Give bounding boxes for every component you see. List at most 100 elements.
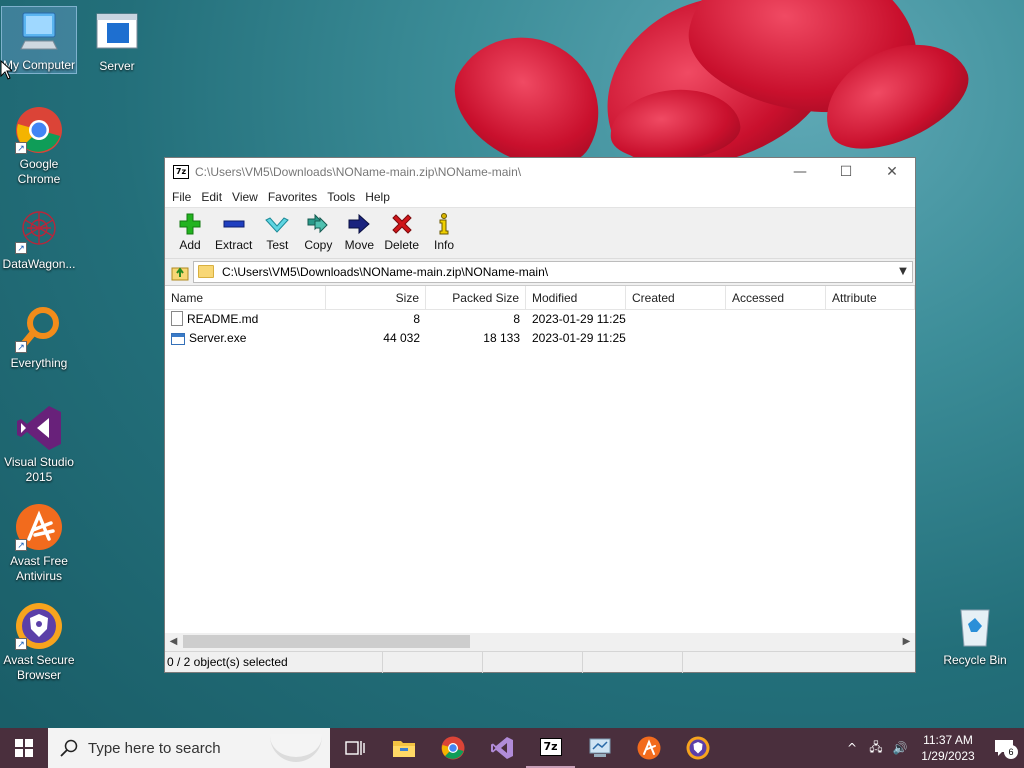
taskbar-visual-studio[interactable] [477,728,526,768]
menu-favorites[interactable]: Favorites [263,190,322,204]
desktop-icon-server[interactable]: Server [79,8,155,74]
arrow-right-icon [348,213,371,235]
scroll-track[interactable] [182,635,898,648]
x-icon [391,214,412,234]
search-placeholder: Type here to search [88,739,221,757]
scroll-right-icon[interactable]: ▶ [898,636,915,647]
desktop-icon-my-computer[interactable]: My Computer [1,6,77,74]
horizontal-scrollbar[interactable]: ◀ ▶ [165,633,915,650]
desktop-icon-visual-studio[interactable]: Visual Studio 2015 [1,404,77,485]
menu-bar: File Edit View Favorites Tools Help [165,186,915,208]
column-created[interactable]: Created [626,286,726,310]
column-size[interactable]: Size [326,286,426,310]
file-modified: 2023-01-29 11:25 [532,312,626,326]
taskbar-avast-browser[interactable] [673,728,722,768]
avast-icon [637,736,660,760]
computer-icon [15,7,63,55]
desktop-icon-datawagon[interactable]: ↗ DataWagon... [1,206,77,272]
file-attributes [826,310,915,329]
status-pane-2 [383,652,483,673]
taskbar-7zip[interactable]: 7z [526,728,575,768]
desktop-icon-google-chrome[interactable]: ↗ Google Chrome [1,106,77,187]
recycle-bin-icon [951,602,999,650]
file-created [626,310,726,329]
avast-icon: ↗ [15,503,63,551]
table-row[interactable]: README.md 8 8 2023-01-29 11:25 [165,310,915,329]
system-tray: ^ 🖧 🔊 11:37 AM 1/29/2023 6 [840,728,1024,768]
avast-browser-icon: ↗ [15,602,63,650]
shortcut-arrow-icon: ↗ [15,341,27,353]
file-modified: 2023-01-29 11:25 [532,331,626,345]
action-center-button[interactable]: 6 [984,728,1024,768]
search-highlight-icon [270,734,322,762]
column-header: Name Size Packed Size Modified Created A… [165,286,915,310]
table-row[interactable]: Server.exe 44 032 18 133 2023-01-29 11:2… [165,329,915,348]
desktop-icon-avast-browser[interactable]: ↗ Avast Secure Browser [1,602,77,683]
clock-time: 11:37 AM [923,733,973,747]
everything-search-icon: ↗ [15,305,63,353]
window-title: C:\Users\VM5\Downloads\NOName-main.zip\N… [195,165,522,179]
menu-view[interactable]: View [227,190,263,204]
menu-tools[interactable]: Tools [322,190,360,204]
maximize-button[interactable]: ☐ [823,158,869,186]
file-icon [171,311,183,326]
minus-icon [223,220,245,228]
scroll-left-icon[interactable]: ◀ [165,636,182,647]
column-packed-size[interactable]: Packed Size [426,286,526,310]
chevron-up-icon[interactable]: ^ [840,741,864,755]
column-accessed[interactable]: Accessed [726,286,826,310]
start-button[interactable] [0,728,48,768]
taskbar-search-box[interactable]: Type here to search [48,728,330,768]
status-selection: 0 / 2 object(s) selected [165,652,383,673]
folder-icon [198,265,214,278]
test-button[interactable]: Test [257,212,297,252]
file-size: 8 [413,312,420,326]
column-attributes[interactable]: Attribute [826,286,915,310]
clock-date: 1/29/2023 [921,749,975,763]
network-app-icon [589,738,610,757]
7zip-icon: 7z [539,738,562,756]
path-combobox[interactable]: C:\Users\VM5\Downloads\NOName-main.zip\N… [193,260,913,283]
shortcut-arrow-icon: ↗ [15,638,27,650]
taskbar-avast[interactable] [624,728,673,768]
network-icon[interactable]: 🖧 [864,738,888,759]
visual-studio-icon [15,404,63,452]
desktop-icon-everything[interactable]: ↗ Everything [1,305,77,371]
notification-badge: 6 [1004,745,1018,759]
taskbar-network-app[interactable] [575,728,624,768]
taskbar-chrome[interactable] [428,728,477,768]
title-bar[interactable]: 7z C:\Users\VM5\Downloads\NOName-main.zi… [165,158,915,186]
column-modified[interactable]: Modified [526,286,626,310]
close-button[interactable]: ✕ [869,158,915,186]
up-folder-button[interactable] [167,261,193,283]
taskbar-file-explorer[interactable] [379,728,428,768]
add-button[interactable]: Add [170,212,210,252]
chrome-icon [441,736,464,760]
copy-button[interactable]: Copy [298,212,338,252]
windows-logo-icon [15,739,33,757]
toolbar: Add Extract Test Copy Move Delete Info [165,208,915,258]
exe-file-icon [171,333,185,345]
task-view-button[interactable] [330,728,379,768]
file-packed-size: 8 [513,312,520,326]
chevron-down-icon[interactable]: ▼ [894,266,912,277]
clock[interactable]: 11:37 AM 1/29/2023 [912,732,984,764]
info-button[interactable]: Info [424,212,464,252]
delete-button[interactable]: Delete [380,212,423,252]
extract-button[interactable]: Extract [211,212,256,252]
column-name[interactable]: Name [165,286,326,310]
plus-icon [179,213,201,235]
menu-file[interactable]: File [167,190,196,204]
server-exe-icon [93,8,141,56]
file-created [626,329,726,348]
minimize-button[interactable]: — [777,158,823,186]
desktop-icon-recycle-bin[interactable]: Recycle Bin [937,602,1013,668]
desktop-icon-avast-antivirus[interactable]: ↗ Avast Free Antivirus [1,503,77,584]
volume-icon[interactable]: 🔊 [888,741,912,755]
taskbar: Type here to search 7z ^ 🖧 🔊 11:37 AM 1/… [0,728,1024,768]
up-folder-icon [171,266,189,280]
menu-edit[interactable]: Edit [196,190,227,204]
scroll-thumb[interactable] [183,635,470,648]
move-button[interactable]: Move [339,212,379,252]
menu-help[interactable]: Help [360,190,395,204]
